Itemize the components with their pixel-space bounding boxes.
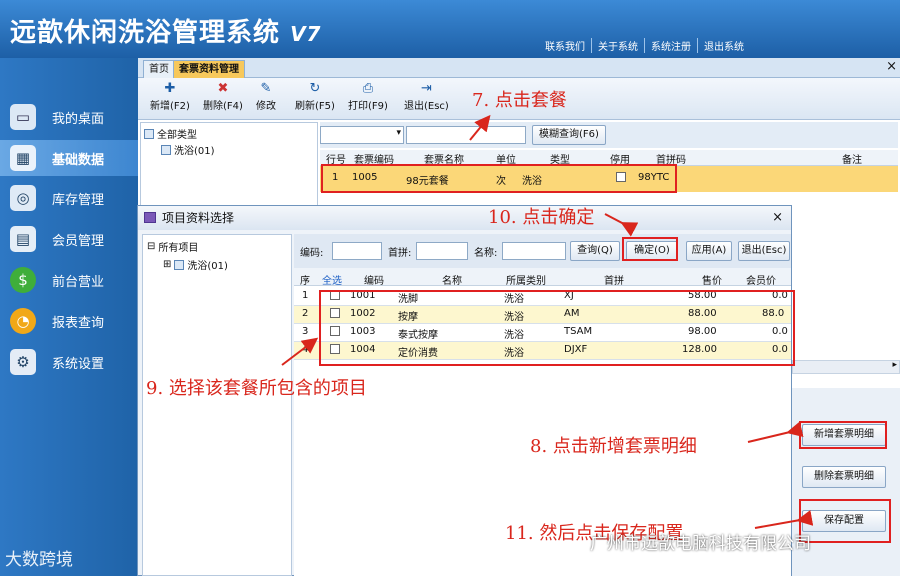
exit-icon: ⇥ [420,81,432,96]
annotation-step-8: 8. 点击新增套票明细 [530,436,697,457]
tab-home[interactable]: 首页 [143,60,175,78]
plus-icon: ✚ [164,81,176,96]
dialog-exit-button[interactable]: 退出(Esc) [738,241,790,261]
tab-package-management[interactable]: 套票资料管理 [173,60,245,78]
folder-icon [144,128,154,139]
stock-icon: ◎ [10,185,36,211]
member-icon: ▤ [10,226,36,252]
fuzzy-search-button[interactable]: 模糊查询(F6) [532,125,606,145]
sidebar-item-basic-data[interactable]: ▦ 基础数据 [0,140,138,176]
sidebar: ▭ 我的桌面 ▦ 基础数据 ◎ 库存管理 ▤ 会员管理 $ 前台营业 ◔ 报表查询 ⚙ 系统设… [0,58,138,576]
close-icon[interactable]: × [772,206,783,230]
collapse-icon: ⊟ [147,241,156,252]
refresh-button[interactable]: ↻ 刷新(F5) [295,81,335,112]
code-input[interactable] [332,242,382,260]
tree-node-all-items[interactable]: ⊟ 所有项目 [147,239,198,254]
refresh-icon: ↻ [309,81,321,96]
tree-node-bath[interactable]: 洗浴(01) [161,142,215,157]
dialog-search-bar: 编码: 首拼: 名称: 查询(Q) 确定(O) 应用(A) 退出(Esc) [294,234,791,268]
delete-button[interactable]: ✖ 删除(F4) [203,81,243,112]
highlight-add-detail [799,421,887,449]
link-register[interactable]: 系统注册 [644,38,697,53]
gear-icon: ⚙ [10,349,36,375]
dialog-tree: ⊟ 所有项目 ⊞ 洗浴(01) [142,234,292,576]
link-contact[interactable]: 联系我们 [539,38,591,53]
watermark-left: 大数跨境 [5,550,73,570]
dollar-icon: $ [10,267,36,293]
link-exit[interactable]: 退出系统 [697,38,750,53]
query-button[interactable]: 查询(Q) [570,241,620,261]
watermark-company: 广州市远歆电脑科技有限公司 [590,534,811,554]
sidebar-item-stock[interactable]: ◎ 库存管理 [0,180,138,216]
desktop-icon: ▭ [10,104,36,130]
table-icon [161,144,171,155]
apply-button[interactable]: 应用(A) [686,241,732,261]
new-button[interactable]: ✚ 新增(F2) [150,81,190,112]
print-button[interactable]: ⎙ 打印(F9) [348,81,388,112]
app-title: 远歆休闲洗浴管理系统 V7 [10,18,322,48]
report-icon: ◔ [10,308,36,334]
highlight-confirm [622,237,678,261]
edit-button[interactable]: ✎ 修改 [256,81,276,112]
annotation-step-9: 9. 选择该套餐所包含的项目 [146,378,367,399]
pinyin-input[interactable] [416,242,468,260]
edit-icon: ✎ [260,81,272,96]
annotation-step-10: 10. 点击确定 [488,207,595,228]
printer-icon: ⎙ [362,81,374,96]
highlight-package-row [321,164,677,193]
chevron-down-icon: ▾ [396,128,401,138]
link-about[interactable]: 关于系统 [591,38,644,53]
annotation-step-7: 7. 点击套餐 [472,90,567,111]
sidebar-item-desktop[interactable]: ▭ 我的桌面 [0,99,138,135]
name-input[interactable] [502,242,566,260]
item-grid-header: 序 全选 编码 名称 所属类别 首拼 售价 会员价 [294,270,791,287]
delete-detail-button[interactable]: 删除套票明细 [802,466,886,488]
delete-icon: ✖ [217,81,229,96]
horizontal-scrollbar[interactable]: ▸ [792,360,900,374]
search-row: ▾ 模糊查询(F6) [320,122,898,148]
app-header: 远歆休闲洗浴管理系统 V7 联系我们 关于系统 系统注册 退出系统 [0,0,900,58]
sidebar-item-member[interactable]: ▤ 会员管理 [0,221,138,257]
type-select[interactable]: ▾ [320,126,404,144]
sidebar-item-settings[interactable]: ⚙ 系统设置 [0,344,138,380]
select-all-toggle[interactable]: 全选 [322,272,342,287]
tab-bar: 首页 套票资料管理 × [138,58,900,78]
sidebar-item-report[interactable]: ◔ 报表查询 [0,303,138,339]
highlight-items [319,290,795,366]
highlight-save [799,499,891,543]
tree-node-all[interactable]: 全部类型 [144,126,197,141]
database-icon: ▦ [10,145,36,171]
sidebar-item-front[interactable]: $ 前台营业 [0,262,138,298]
dialog-titlebar: 项目资料选择 × [138,206,791,230]
top-links: 联系我们 关于系统 系统注册 退出系统 [539,38,750,53]
keyword-input[interactable] [406,126,526,144]
exit-button[interactable]: ⇥ 退出(Esc) [404,81,449,112]
window-icon [144,212,156,223]
tree-node-bath-items[interactable]: ⊞ 洗浴(01) [163,257,228,272]
expand-icon: ⊞ [163,259,172,270]
close-icon[interactable]: × [886,59,897,74]
table-icon [174,259,185,270]
scroll-right-icon: ▸ [892,360,897,370]
